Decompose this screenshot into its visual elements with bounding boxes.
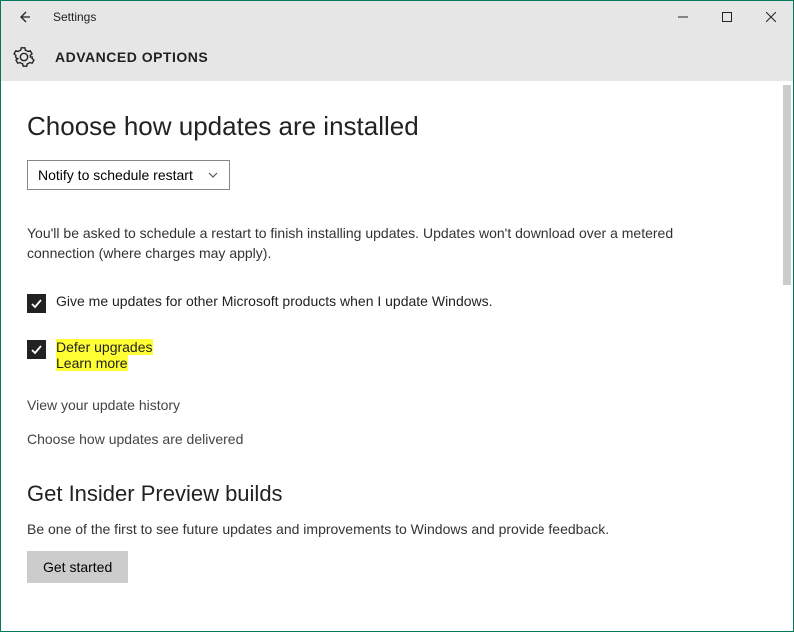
- learn-more-link[interactable]: Learn more: [56, 355, 128, 371]
- checkbox-row-other-products: Give me updates for other Microsoft prod…: [27, 293, 767, 313]
- close-button[interactable]: [749, 1, 793, 33]
- defer-label-group: Defer upgrades Learn more: [56, 339, 153, 371]
- minimize-icon: [678, 12, 688, 22]
- checkbox-label-other-products: Give me updates for other Microsoft prod…: [56, 293, 493, 309]
- checkmark-icon: [30, 297, 43, 310]
- delivery-link[interactable]: Choose how updates are delivered: [27, 431, 767, 447]
- scrollbar-thumb[interactable]: [783, 85, 791, 285]
- titlebar: Settings: [1, 1, 793, 33]
- get-started-button[interactable]: Get started: [27, 551, 128, 583]
- window-title: Settings: [53, 10, 96, 24]
- content-area: Choose how updates are installed Notify …: [1, 81, 793, 631]
- dropdown-value: Notify to schedule restart: [38, 167, 193, 183]
- insider-description: Be one of the first to see future update…: [27, 521, 767, 537]
- close-icon: [766, 12, 776, 22]
- chevron-down-icon: [207, 169, 219, 181]
- checkbox-label-defer: Defer upgrades: [56, 339, 153, 355]
- update-description: You'll be asked to schedule a restart to…: [27, 224, 727, 263]
- minimize-button[interactable]: [661, 1, 705, 33]
- section-heading-updates: Choose how updates are installed: [27, 111, 767, 142]
- window-controls: [661, 1, 793, 33]
- section-heading-insider: Get Insider Preview builds: [27, 481, 767, 507]
- gear-icon: [13, 46, 35, 68]
- checkbox-other-products[interactable]: [27, 294, 46, 313]
- maximize-button[interactable]: [705, 1, 749, 33]
- schedule-dropdown[interactable]: Notify to schedule restart: [27, 160, 230, 190]
- checkbox-row-defer: Defer upgrades Learn more: [27, 339, 767, 371]
- page-header: ADVANCED OPTIONS: [1, 33, 793, 81]
- arrow-left-icon: [16, 9, 32, 25]
- page-title: ADVANCED OPTIONS: [55, 49, 208, 65]
- maximize-icon: [722, 12, 732, 22]
- back-button[interactable]: [9, 2, 39, 32]
- view-history-link[interactable]: View your update history: [27, 397, 767, 413]
- checkbox-defer-upgrades[interactable]: [27, 340, 46, 359]
- checkmark-icon: [30, 343, 43, 356]
